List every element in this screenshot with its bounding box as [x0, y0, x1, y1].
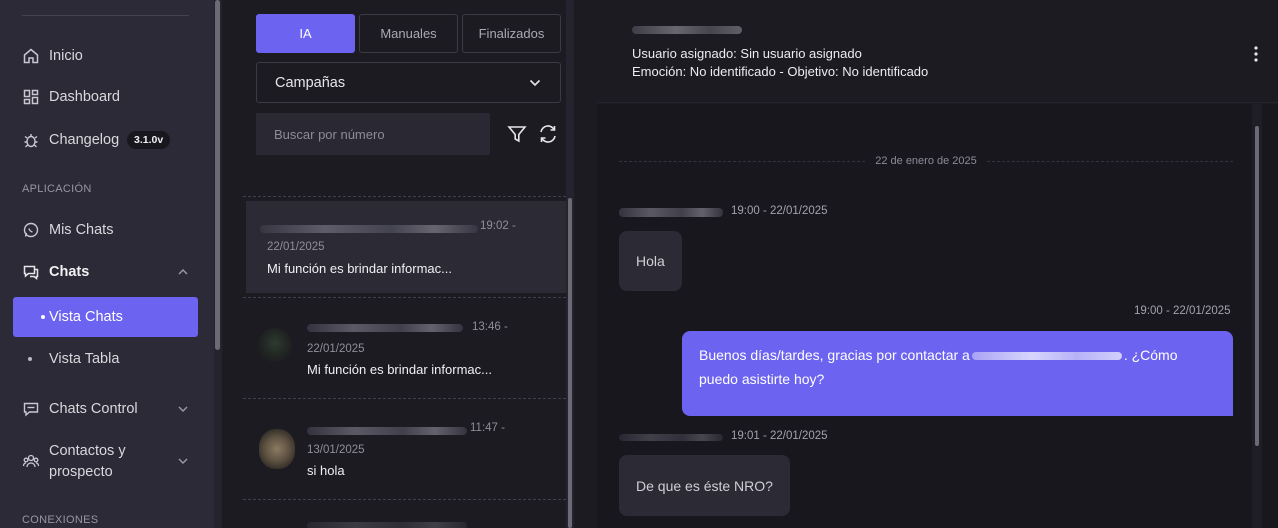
- chat-filter-tabs: IA Manuales Finalizados: [256, 14, 561, 53]
- chevron-down-icon: [176, 454, 190, 468]
- avatar: [258, 328, 292, 362]
- list-item-preview: Mi función es brindar informac...: [267, 261, 452, 276]
- sidebar-item-label: Vista Chats: [49, 309, 123, 325]
- sidebar-item-chats-control[interactable]: Chats Control: [0, 400, 210, 418]
- sidebar-item-label: Chats: [49, 264, 90, 280]
- message-text: Buenos días/tardes, gracias por contacta…: [699, 347, 970, 363]
- sidebar-item-inicio[interactable]: Inicio: [0, 47, 210, 65]
- sidebar-item-vista-tabla[interactable]: Vista Tabla: [0, 350, 210, 368]
- whatsapp-icon: [22, 221, 40, 239]
- section-label-aplicacion: APLICACIÓN: [22, 183, 92, 195]
- sidebar-item-dashboard[interactable]: Dashboard: [0, 88, 210, 106]
- bug-icon: [22, 131, 40, 149]
- sidebar-item-label: Dashboard: [49, 89, 120, 105]
- message-text: De que es éste NRO?: [636, 477, 773, 494]
- conversation-header: Usuario asignado: Sin usuario asignado E…: [597, 0, 1278, 103]
- chat-bubble-icon: [22, 400, 40, 418]
- search-input[interactable]: [256, 113, 490, 155]
- list-item[interactable]: 11:47 - 13/01/2025 si hola: [246, 399, 567, 499]
- sidebar-divider: [22, 15, 189, 16]
- chevron-down-icon: [176, 402, 190, 416]
- contact-name-redacted: [307, 522, 467, 528]
- chat-list-scrollbar[interactable]: [568, 198, 572, 528]
- campaign-select-value: Campañas: [275, 74, 346, 91]
- sidebar: Inicio Dashboard Changelog 3.1.0v APLICA…: [0, 0, 222, 528]
- list-item-date: 13/01/2025: [307, 444, 365, 456]
- list-item-date: 22/01/2025: [307, 343, 365, 355]
- business-name-redacted: [971, 352, 1122, 361]
- tab-finalizados[interactable]: Finalizados: [462, 14, 561, 53]
- date-separator: 22 de enero de 2025: [619, 155, 1234, 167]
- users-icon: [22, 452, 40, 470]
- tab-manuales[interactable]: Manuales: [359, 14, 458, 53]
- home-icon: [22, 47, 40, 65]
- list-item-time: 11:47 -: [470, 422, 505, 434]
- date-separator-label: 22 de enero de 2025: [875, 155, 977, 167]
- more-options-icon[interactable]: [1249, 45, 1263, 63]
- separator-line: [619, 160, 866, 162]
- tab-ia[interactable]: IA: [256, 14, 355, 53]
- sidebar-item-label: Contactos y prospecto: [49, 443, 126, 480]
- sidebar-item-contactos[interactable]: Contactos y prospecto: [0, 440, 210, 482]
- filter-icon[interactable]: [506, 123, 528, 145]
- chevron-up-icon: [176, 265, 190, 279]
- incoming-message: Hola: [619, 231, 682, 291]
- message-meta: 19:00 - 22/01/2025: [731, 205, 828, 217]
- sidebar-item-vista-chats[interactable]: Vista Chats: [13, 297, 198, 337]
- sidebar-scrollbar[interactable]: [215, 0, 220, 350]
- chevron-down-icon: [528, 76, 542, 90]
- incoming-message: De que es éste NRO?: [619, 455, 790, 516]
- list-item-preview: Mi función es brindar informac...: [307, 362, 492, 377]
- list-item[interactable]: 19:02 - 22/01/2025 Mi función es brindar…: [246, 201, 567, 293]
- conversation-scrollbar[interactable]: [1255, 126, 1259, 446]
- sidebar-item-chats[interactable]: Chats: [0, 263, 210, 281]
- list-divider: [243, 196, 571, 197]
- sidebar-item-label: Mis Chats: [49, 222, 114, 238]
- message-text: Hola: [636, 253, 665, 269]
- sidebar-item-label: Vista Tabla: [49, 351, 120, 367]
- message-meta: 19:00 - 22/01/2025: [1134, 305, 1231, 317]
- avatar: [259, 429, 295, 469]
- chat-bubble-icon: [22, 263, 40, 281]
- app-root: Inicio Dashboard Changelog 3.1.0v APLICA…: [0, 0, 1278, 528]
- emotion-objective-text: Emoción: No identificado - Objetivo: No …: [632, 64, 929, 79]
- contact-name-redacted: [307, 427, 467, 435]
- version-badge: 3.1.0v: [127, 131, 171, 149]
- contact-name-redacted: [307, 324, 463, 332]
- bullet-icon: [41, 315, 45, 319]
- campaign-select[interactable]: Campañas: [256, 62, 561, 103]
- section-label-conexiones: CONEXIONES: [22, 514, 99, 526]
- contact-name-redacted: [632, 26, 742, 34]
- refresh-icon[interactable]: [537, 123, 559, 145]
- separator-line: [986, 160, 1234, 162]
- sidebar-item-label: Inicio: [49, 48, 83, 64]
- conversation-panel: Usuario asignado: Sin usuario asignado E…: [597, 0, 1278, 528]
- sidebar-item-label: Changelog: [49, 132, 120, 148]
- list-item-time: 19:02 -: [480, 220, 516, 232]
- sidebar-item-changelog[interactable]: Changelog 3.1.0v: [0, 130, 210, 150]
- list-item-date: 22/01/2025: [267, 241, 325, 253]
- chat-list-panel: IA Manuales Finalizados Campañas 19:02 -…: [243, 0, 575, 528]
- grid-icon: [22, 88, 40, 106]
- message-meta: 19:01 - 22/01/2025: [731, 430, 828, 442]
- list-item[interactable]: [246, 500, 567, 528]
- list-item-preview: si hola: [307, 463, 345, 478]
- list-item[interactable]: 13:46 - 22/01/2025 Mi función es brindar…: [246, 298, 567, 398]
- sender-name-redacted: [619, 208, 723, 217]
- sender-name-redacted: [619, 434, 723, 441]
- sidebar-item-mis-chats[interactable]: Mis Chats: [0, 221, 210, 239]
- contact-name-redacted: [260, 225, 478, 233]
- outgoing-message: Buenos días/tardes, gracias por contacta…: [682, 331, 1233, 416]
- bullet-icon: [28, 357, 32, 361]
- sidebar-item-label: Chats Control: [49, 401, 138, 417]
- list-item-time: 13:46 -: [472, 321, 508, 333]
- assigned-user-text: Usuario asignado: Sin usuario asignado: [632, 46, 862, 61]
